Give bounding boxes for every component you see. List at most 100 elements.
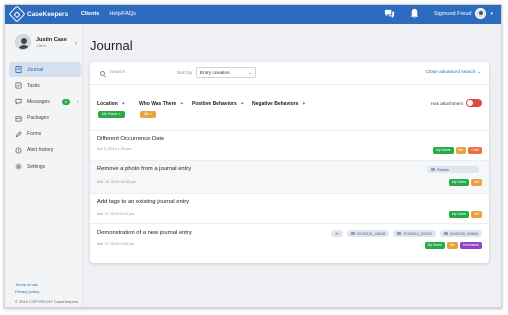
sort-by-label: Sort by xyxy=(177,71,193,76)
image-icon xyxy=(397,232,402,235)
journal-entry[interactable]: Demonstration of a new journal entry Mar… xyxy=(90,224,489,259)
entry-date: Mar 27, 2019 6:04 pm xyxy=(97,212,135,216)
add-who-icon[interactable]: + xyxy=(180,101,183,107)
sidebar-item-label: Forms xyxy=(27,131,42,138)
image-icon xyxy=(431,168,435,171)
filter-positive-label: Positive Behaviors xyxy=(192,101,237,107)
sidebar-menu: Journal Tasks Messages 6 › Packages Form… xyxy=(9,62,81,175)
sidebar-item-label: Journal xyxy=(27,66,44,73)
chevron-down-icon: ⌄ xyxy=(248,70,252,75)
main-nav: Clients Help/FAQs xyxy=(81,11,136,17)
sidebar-item-messages[interactable]: Messages 6 › xyxy=(9,94,81,109)
user-menu[interactable]: Sigmund Freud ▾ xyxy=(434,8,493,19)
tag-label: Me xyxy=(144,112,149,116)
filter-positive[interactable]: Positive Behaviors + xyxy=(192,101,244,107)
messages-count-badge: 6 xyxy=(61,98,70,105)
chevron-right-icon: › xyxy=(76,98,79,105)
sidebar-item-tasks[interactable]: Tasks xyxy=(9,78,81,93)
collapse-sidebar-icon[interactable]: ‹ xyxy=(75,40,77,47)
add-location-icon[interactable]: + xyxy=(122,101,125,107)
search-input[interactable]: Search xyxy=(110,70,170,75)
sidebar-item-label: Packages xyxy=(27,115,49,122)
settings-icon xyxy=(15,163,22,170)
tag-chip: My Home xyxy=(424,242,446,249)
journal-entry[interactable]: Remove a photo from a journal entry Mar … xyxy=(90,161,489,194)
logo-icon xyxy=(8,5,26,23)
advanced-filters: Location + Who Was There + Positive Behavi… xyxy=(90,85,489,131)
attachment-chip[interactable]: 20190216_120015 xyxy=(393,230,436,237)
client-avatar xyxy=(15,34,31,50)
copyright: © 2019 COPYRIGHT CaseKeepers xyxy=(15,299,79,304)
user-menu-name: Sigmund Freud xyxy=(433,10,472,17)
messages-icon xyxy=(15,99,22,106)
chevron-down-icon: ▾ xyxy=(490,10,493,17)
sidebar-item-settings[interactable]: Settings xyxy=(9,159,81,174)
sort-select[interactable]: Entry creation ⌄ xyxy=(196,67,256,78)
add-positive-icon[interactable]: + xyxy=(241,101,244,107)
app-window: CaseKeepers Clients Help/FAQs Sigmund Fr… xyxy=(4,4,502,308)
terms-link[interactable]: Terms of use xyxy=(15,281,39,288)
alert-icon xyxy=(15,147,22,154)
tag-chip: Me xyxy=(471,179,482,186)
entry-tags: My Home Me Homework xyxy=(424,242,482,249)
attachment-chip[interactable]: 20190215_135426 xyxy=(347,230,390,237)
has-attachment-label: Has attachment xyxy=(430,101,463,106)
footer-links: Terms of use Privacy policy xyxy=(15,281,39,295)
entry-attachments: Pikachu xyxy=(427,166,479,173)
entry-date: Mar 27, 2019 3:05 pm xyxy=(97,242,135,246)
client-role: Client xyxy=(36,43,46,48)
sidebar-item-label: Messages xyxy=(27,98,50,105)
sidebar-item-forms[interactable]: Forms xyxy=(9,127,81,142)
client-profile: Justin Case Client xyxy=(15,34,67,50)
sidebar-item-packages[interactable]: Packages xyxy=(9,111,81,126)
forms-icon xyxy=(15,131,22,138)
entry-tags: My Home Me xyxy=(448,179,482,186)
filter-negative[interactable]: Negative Behaviors + xyxy=(252,101,305,107)
entry-date: Apr 3, 2019 1:23 pm xyxy=(97,147,132,151)
sidebar-item-label: Tasks xyxy=(27,82,40,89)
user-avatar xyxy=(475,8,487,19)
chevron-down-icon: ⌄ xyxy=(476,70,481,75)
advanced-search-toggle[interactable]: Close advanced search ⌄ xyxy=(425,70,481,75)
packages-icon xyxy=(15,115,22,122)
more-attachments-chip[interactable]: 3+ xyxy=(331,230,344,237)
entry-date: Mar 28, 2019 10:50 pm xyxy=(97,180,137,184)
entry-title: Demonstration of a new journal entry xyxy=(97,230,192,236)
location-filter-tag[interactable]: My Home × xyxy=(98,111,125,118)
sidebar-item-label: Alert history xyxy=(27,147,54,154)
journal-icon xyxy=(15,66,22,73)
journal-entry[interactable]: Different Occurrence Date Apr 3, 2019 1:… xyxy=(90,131,489,161)
tag-chip: Child xyxy=(468,147,482,154)
privacy-link[interactable]: Privacy policy xyxy=(15,288,39,295)
bell-icon[interactable] xyxy=(409,8,420,19)
sidebar-item-alert-history[interactable]: Alert history xyxy=(9,143,81,158)
sidebar-item-label: Settings xyxy=(27,163,46,170)
tag-chip: Me xyxy=(471,211,482,218)
tag-chip: Homework xyxy=(459,242,482,249)
tasks-icon xyxy=(15,82,22,89)
main-content: Journal Search Sort by Entry creation ⌄ … xyxy=(83,24,501,307)
tag-chip: My Home xyxy=(433,147,454,154)
who-filter-tag[interactable]: Me × xyxy=(140,111,157,118)
attachment-name: Pikachu xyxy=(437,167,450,172)
tag-chip: My Home xyxy=(448,179,470,186)
journal-card: Search Sort by Entry creation ⌄ Close ad… xyxy=(90,62,489,263)
entry-tags: My Home Me Child xyxy=(433,147,482,154)
sidebar-item-journal[interactable]: Journal xyxy=(9,62,81,77)
filter-who[interactable]: Who Was There + xyxy=(139,101,183,107)
attachment-chip[interactable]: 20190209_000846 xyxy=(439,230,482,237)
chat-icon[interactable] xyxy=(384,8,395,19)
journal-entry[interactable]: Add tags to an existing journal entry Ma… xyxy=(90,194,489,224)
attachment-chip[interactable]: Pikachu xyxy=(427,166,479,173)
tag-chip: My Home xyxy=(448,211,470,218)
image-icon xyxy=(443,232,448,235)
has-attachment-toggle[interactable] xyxy=(466,99,482,107)
logo[interactable]: CaseKeepers xyxy=(8,5,68,23)
entry-title: Different Occurrence Date xyxy=(97,136,165,142)
entry-tags: My Home Me xyxy=(448,211,482,218)
nav-clients[interactable]: Clients xyxy=(81,11,99,17)
tag-label: My Home xyxy=(102,112,118,116)
add-negative-icon[interactable]: + xyxy=(302,101,305,107)
nav-help[interactable]: Help/FAQs xyxy=(109,11,136,17)
filter-location[interactable]: Location + xyxy=(97,101,125,107)
